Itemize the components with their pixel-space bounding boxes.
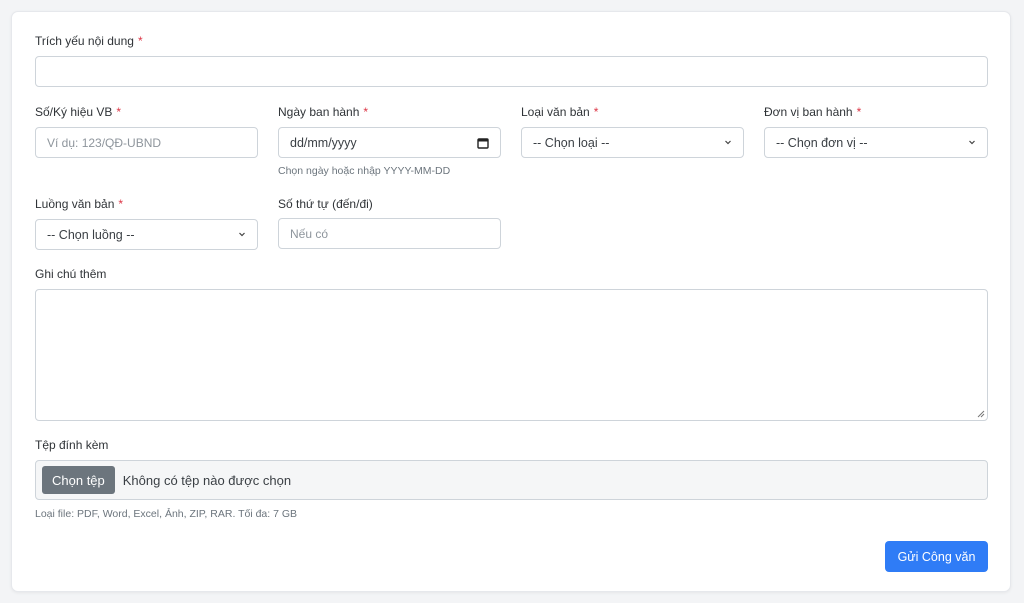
issuer-select[interactable]: -- Chọn đơn vị -- [764, 127, 988, 158]
doc-type-label: Loại văn bản * [521, 105, 599, 119]
required-marker: * [118, 197, 124, 211]
required-marker: * [116, 105, 122, 119]
issue-date-help: Chọn ngày hoặc nhập YYYY-MM-DD [278, 165, 451, 177]
issue-date-input[interactable]: dd/mm/yyyy [278, 127, 501, 158]
summary-label: Trích yếu nội dung * [35, 34, 143, 48]
submit-button[interactable]: Gửi Công văn [885, 541, 988, 572]
required-marker: * [856, 105, 862, 119]
chevron-down-icon [239, 232, 245, 237]
chevron-down-icon [725, 140, 731, 145]
resize-handle-icon[interactable] [977, 410, 985, 418]
notes-textarea[interactable] [35, 289, 988, 421]
file-input[interactable]: Chọn tệp Không có tệp nào được chọn [35, 460, 988, 500]
doc-number-input[interactable]: Ví dụ: 123/QĐ-UBND [35, 127, 258, 158]
file-status: Không có tệp nào được chọn [122, 472, 292, 488]
issue-date-label: Ngày ban hành * [278, 105, 369, 119]
calendar-icon[interactable] [477, 137, 489, 149]
issuer-label: Đơn vị ban hành * [764, 105, 862, 119]
notes-label: Ghi chú thêm [35, 267, 107, 281]
required-marker: * [137, 34, 143, 48]
flow-label: Luồng văn bản * [35, 197, 124, 211]
doc-type-select[interactable]: -- Chọn loại -- [521, 127, 744, 158]
attachment-label: Tệp đính kèm [35, 438, 109, 452]
required-marker: * [593, 105, 599, 119]
attachment-help: Loại file: PDF, Word, Excel, Ảnh, ZIP, R… [35, 508, 298, 520]
sequence-input[interactable]: Nếu có [278, 218, 501, 249]
choose-file-button[interactable]: Chọn tệp [42, 466, 115, 494]
chevron-down-icon [969, 140, 975, 145]
form-card: Trích yếu nội dung * Số/Ký hiệu VB * Ví dụ… [11, 11, 1011, 592]
flow-select[interactable]: -- Chọn luồng -- [35, 219, 258, 250]
sequence-label: Số thứ tự (đến/đi) [278, 197, 373, 211]
summary-input[interactable] [35, 56, 988, 87]
doc-number-label: Số/Ký hiệu VB * [35, 105, 122, 119]
required-marker: * [363, 105, 369, 119]
